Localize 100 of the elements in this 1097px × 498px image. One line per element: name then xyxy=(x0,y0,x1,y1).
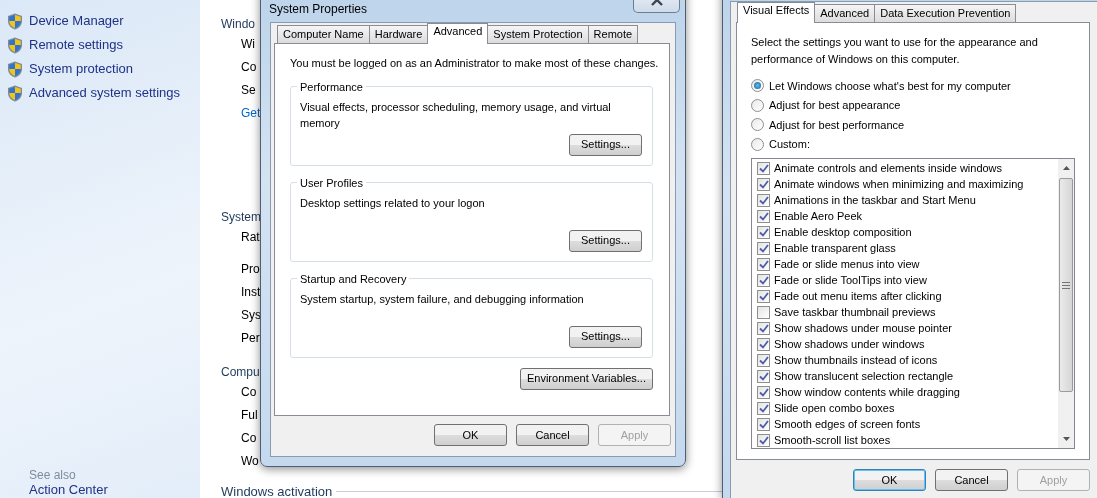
checkbox[interactable] xyxy=(757,209,770,223)
scroll-thumb[interactable] xyxy=(1059,178,1073,392)
checkbox-label[interactable]: Show translucent selection rectangle xyxy=(774,367,954,385)
checkbox-label[interactable]: Smooth-scroll list boxes xyxy=(774,431,891,449)
shield-icon xyxy=(7,12,23,30)
group-description: System startup, system failure, and debugging information xyxy=(300,291,585,307)
dialog-button[interactable]: Cancel xyxy=(935,469,1008,491)
checkbox[interactable] xyxy=(757,353,770,367)
radio-button[interactable] xyxy=(751,137,764,151)
checkmark-icon xyxy=(758,243,769,253)
link[interactable]: Get xyxy=(241,104,260,121)
radio-label[interactable]: Let Windows choose what's best for my computer xyxy=(769,77,1011,94)
checkmark-icon xyxy=(758,387,769,397)
radio-label[interactable]: Adjust for best appearance xyxy=(769,97,901,114)
checkmark-icon xyxy=(758,275,769,285)
checkbox-label[interactable]: Smooth edges of screen fonts xyxy=(774,415,921,433)
dialog-button[interactable]: Cancel xyxy=(516,424,589,446)
checkbox[interactable] xyxy=(757,417,770,431)
checkbox-label[interactable]: Animate windows when minimizing and maximizing xyxy=(774,175,1024,193)
checkbox[interactable] xyxy=(757,369,770,383)
checkbox-label[interactable]: Save taskbar thumbnail previews xyxy=(774,303,936,321)
radio-button[interactable] xyxy=(751,98,764,112)
sidebar-link[interactable]: Advanced system settings xyxy=(7,81,200,105)
settings-button[interactable]: Settings... xyxy=(569,133,642,156)
info-label: Se xyxy=(241,82,257,99)
checkbox[interactable] xyxy=(757,433,770,447)
shield-icon xyxy=(7,84,23,102)
checkbox[interactable] xyxy=(757,401,770,415)
checkmark-icon xyxy=(758,179,769,189)
checkmark-icon xyxy=(758,355,769,365)
checkbox[interactable] xyxy=(757,337,770,351)
info-label: Ful xyxy=(241,407,259,424)
checkbox-label[interactable]: Slide open combo boxes xyxy=(774,399,895,417)
checkmark-icon xyxy=(758,403,769,413)
info-label: Co xyxy=(241,430,258,447)
checkbox[interactable] xyxy=(757,321,770,335)
shield-icon xyxy=(7,36,23,54)
checkbox-label[interactable]: Show shadows under mouse pointer xyxy=(774,319,952,337)
radio-label[interactable]: Adjust for best performance xyxy=(769,116,905,133)
checkbox-label[interactable]: Fade or slide menus into view xyxy=(774,255,920,273)
tab[interactable]: Computer Name xyxy=(277,25,370,43)
description-text: Select the settings you want to use for the appearance and performance of Windows on this computer. xyxy=(751,35,1039,67)
checkbox-label[interactable]: Fade out menu items after clicking xyxy=(774,287,942,305)
checkbox[interactable] xyxy=(757,257,770,271)
sidebar-link[interactable]: System protection xyxy=(7,57,200,81)
info-label: Per xyxy=(241,330,260,347)
checkbox[interactable] xyxy=(757,225,770,239)
sidebar-link[interactable]: Remote settings xyxy=(7,33,200,57)
window-title: System Properties xyxy=(269,1,368,18)
checkmark-icon xyxy=(758,323,769,333)
notice-text: You must be logged on as an Administrator to make most of these changes. xyxy=(290,56,659,71)
info-label: Inst xyxy=(241,284,260,301)
checkmark-icon xyxy=(758,435,769,445)
checkbox[interactable] xyxy=(757,161,770,175)
checkbox[interactable] xyxy=(757,289,770,303)
environment-variables-button[interactable]: Environment Variables... xyxy=(519,367,653,390)
info-label: Co xyxy=(241,59,258,76)
section-heading: System xyxy=(221,209,260,226)
radio-label[interactable]: Custom: xyxy=(769,136,810,153)
scrollbar[interactable] xyxy=(1058,159,1074,448)
tab[interactable]: System Protection xyxy=(487,25,589,43)
radio-button[interactable] xyxy=(751,79,764,93)
radio-button[interactable] xyxy=(751,118,764,132)
group-description: Visual effects, processor scheduling, memory usage, and virtual memory xyxy=(300,99,612,131)
tab[interactable]: Visual Effects xyxy=(737,2,816,23)
checkbox[interactable] xyxy=(757,273,770,287)
checkbox[interactable] xyxy=(757,193,770,207)
checkmark-icon xyxy=(758,419,769,429)
checkbox[interactable] xyxy=(757,385,770,399)
checkmark-icon xyxy=(758,339,769,349)
checkbox-label[interactable]: Show window contents while dragging xyxy=(774,383,960,401)
section-heading: Compu xyxy=(221,364,260,381)
tab[interactable]: Remote xyxy=(587,25,639,43)
checkbox-label[interactable]: Enable transparent glass xyxy=(774,239,896,257)
tab[interactable]: Advanced xyxy=(427,23,489,44)
checkbox-label[interactable]: Fade or slide ToolTips into view xyxy=(774,271,927,289)
sidebar-link[interactable]: Device Manager xyxy=(7,9,200,33)
checkbox[interactable] xyxy=(757,305,770,319)
checkbox-label[interactable]: Animations in the taskbar and Start Menu xyxy=(774,191,976,209)
tab[interactable]: Advanced xyxy=(814,4,876,22)
dialog-button[interactable]: OK xyxy=(434,424,507,446)
checkmark-icon xyxy=(758,211,769,221)
checkbox[interactable] xyxy=(757,241,770,255)
checkbox-label[interactable]: Enable desktop composition xyxy=(774,223,912,241)
checkmark-icon xyxy=(758,371,769,381)
info-label: Wi xyxy=(241,36,256,53)
settings-button[interactable]: Settings... xyxy=(569,325,642,348)
tab[interactable]: Hardware xyxy=(368,25,429,43)
checkbox[interactable] xyxy=(757,177,770,191)
checkbox-label[interactable]: Animate controls and elements inside windows xyxy=(774,159,1003,177)
settings-button[interactable]: Settings... xyxy=(569,229,642,252)
checkmark-icon xyxy=(758,291,769,301)
group-description: Desktop settings related to your logon xyxy=(300,195,486,211)
checkbox-label[interactable]: Enable Aero Peek xyxy=(774,207,863,225)
checkbox-label[interactable]: Show shadows under windows xyxy=(774,335,925,353)
checkbox-label[interactable]: Show thumbnails instead of icons xyxy=(774,351,938,369)
dialog-button[interactable]: OK xyxy=(853,469,926,491)
tab[interactable]: Data Execution Prevention xyxy=(874,4,1017,22)
info-label: Pro xyxy=(241,261,260,278)
info-label: Sys xyxy=(241,307,260,324)
